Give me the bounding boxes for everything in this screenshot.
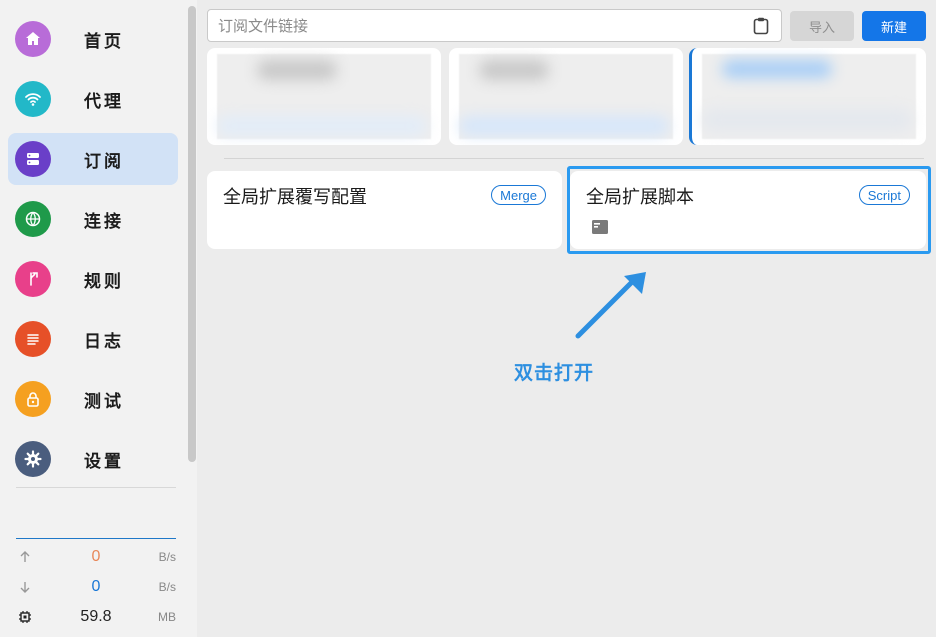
sidebar-item-label: 日志 xyxy=(84,331,124,352)
sidebar-item-2[interactable]: 订阅 xyxy=(8,133,178,185)
home-icon xyxy=(15,21,51,57)
merge-extension-title: 全局扩展覆写配置 xyxy=(223,187,367,208)
subscription-card[interactable] xyxy=(449,48,683,145)
upload-speed-unit: B/s xyxy=(158,550,176,564)
arrow-up-icon xyxy=(20,551,30,562)
import-button[interactable]: 导入 xyxy=(790,11,854,41)
memory-usage-row: 59.8 MB xyxy=(16,605,176,629)
sidebar-item-label: 连接 xyxy=(84,211,124,232)
fork-icon xyxy=(15,261,51,297)
sidebar-item-0[interactable]: 首页 xyxy=(8,13,178,65)
sidebar-item-3[interactable]: 连接 xyxy=(8,193,178,245)
sidebar-item-label: 规则 xyxy=(84,271,124,292)
sidebar-item-label: 首页 xyxy=(84,31,124,52)
memory-usage-value: 59.8 xyxy=(80,608,112,625)
sidebar-item-label: 设置 xyxy=(84,451,124,472)
download-speed-unit: B/s xyxy=(158,580,176,594)
wifi-icon xyxy=(15,81,51,117)
subscription-card[interactable] xyxy=(207,48,441,145)
sidebar-item-label: 订阅 xyxy=(84,151,124,172)
blurred-content xyxy=(217,54,431,139)
lock-icon xyxy=(15,381,51,417)
sidebar-item-4[interactable]: 规则 xyxy=(8,253,178,305)
section-separator xyxy=(224,158,924,159)
sidebar: 首页代理订阅连接规则日志测试设置 0 B/s 0 B/s 59.8 MB xyxy=(0,0,197,637)
sidebar-item-7[interactable]: 设置 xyxy=(8,433,178,485)
arrow-down-icon xyxy=(20,582,30,593)
subscription-url-field[interactable] xyxy=(207,9,782,42)
list-icon xyxy=(15,321,51,357)
globe-icon xyxy=(15,201,51,237)
subscription-card-active[interactable] xyxy=(689,48,926,145)
chip-icon xyxy=(19,611,31,623)
sidebar-item-label: 代理 xyxy=(84,91,124,112)
sidebar-item-1[interactable]: 代理 xyxy=(8,73,178,125)
clipboard-icon[interactable] xyxy=(753,17,769,35)
sidebar-divider xyxy=(16,487,176,488)
blurred-content xyxy=(459,54,673,139)
memory-usage-unit: MB xyxy=(158,610,176,624)
sidebar-item-5[interactable]: 日志 xyxy=(8,313,178,365)
merge-type-badge: Merge xyxy=(491,185,546,205)
annotation-highlight-box xyxy=(567,166,931,254)
blurred-content xyxy=(702,54,916,139)
double-click-hint: 双击打开 xyxy=(514,362,595,384)
annotation-arrow-icon xyxy=(575,272,646,339)
sidebar-item-label: 测试 xyxy=(84,391,124,412)
gear-icon xyxy=(15,441,51,477)
subscription-url-input[interactable] xyxy=(208,10,728,41)
upload-speed-value: 0 xyxy=(91,548,101,565)
server-icon xyxy=(15,141,51,177)
new-button[interactable]: 新建 xyxy=(862,11,926,41)
download-speed-row: 0 B/s xyxy=(16,575,176,599)
sidebar-item-6[interactable]: 测试 xyxy=(8,373,178,425)
upload-speed-row: 0 B/s xyxy=(16,545,176,569)
download-speed-value: 0 xyxy=(91,578,101,595)
traffic-graph-baseline xyxy=(16,538,176,539)
sidebar-scrollbar[interactable] xyxy=(188,6,196,462)
merge-extension-card[interactable]: 全局扩展覆写配置 Merge xyxy=(207,171,562,249)
